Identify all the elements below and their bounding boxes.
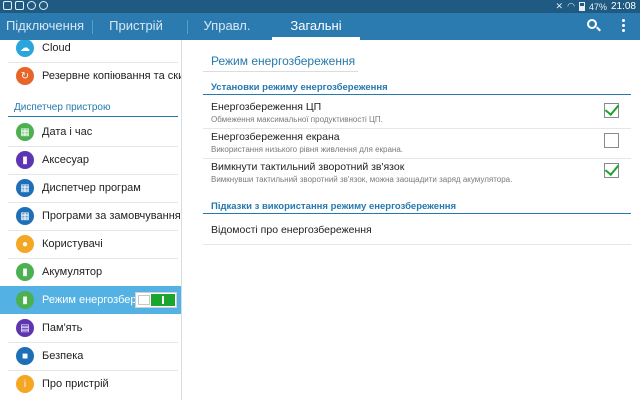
battery-icon [578,2,585,11]
lock-icon: ■ [16,347,34,365]
more-options-icon [622,19,625,22]
sidebar-item-label: Режим енергозбер [42,294,137,306]
toggle-knob [138,295,150,305]
tab-divider [92,20,93,34]
status-left-icons [3,1,48,10]
tab-general[interactable]: Загальні [272,13,360,40]
option-subtitle: Вимкнувши тактильний зворотний зв'язок, … [211,175,513,184]
chart-icon [15,1,24,10]
section-header-settings: Установки режиму енергозбереження [211,82,388,93]
toggle-on-indicator [151,294,175,306]
mute-icon: ✕ [555,1,564,11]
clock: 21:08 [610,1,636,12]
sidebar-item-label: Диспетчер програм [42,182,141,194]
page-title: Режим енергозбереження [211,54,356,68]
screenshot-icon [3,1,12,10]
option-title: Енергозбереження екрана [211,131,340,143]
sidebar-item-label: Резервне копіювання та ски [42,70,182,82]
sidebar-item-label: Програми за замовчуванням [42,210,182,222]
sidebar-item-date-time[interactable]: ▦ Дата і час [0,118,181,146]
sidebar-item-label: Дата і час [42,126,93,138]
block-icon [39,1,48,10]
power-saving-toggle[interactable] [135,292,177,308]
section-header-tips: Підказки з використання режиму енергозбе… [211,201,457,212]
sidebar-item-label: Безпека [42,350,84,362]
wifi-icon: ◠ [567,1,575,11]
sidebar-item-label: Акумулятор [42,266,103,278]
sidebar-item-security[interactable]: ■ Безпека [0,342,181,370]
option-subtitle: Обмеження максимальної продуктивності ЦП… [211,115,383,124]
storage-icon: ▤ [16,319,34,337]
default-apps-icon: ▦ [16,207,34,225]
screen-power-saving-checkbox[interactable] [604,133,619,148]
cloud-icon: ☁ [16,40,34,57]
status-bar: ✕ ◠ 47% 21:08 [0,0,640,13]
sidebar-item-backup[interactable]: ↻ Резервне копіювання та ски [0,62,182,90]
tab-controls[interactable]: Управл. [196,13,258,40]
tab-bar: Підключення Пристрій Управл. Загальні [0,13,640,40]
battery-icon: ▮ [16,263,34,281]
tab-connections[interactable]: Підключення [4,13,86,40]
sidebar-item-label: Cloud [42,42,71,54]
sidebar-item-label: Аксесуар [42,154,90,166]
option-subtitle: Використання низького рівня живлення для… [211,145,404,154]
link-label: Відомості про енергозбереження [211,224,372,236]
info-icon: i [16,375,34,393]
sidebar-item-users[interactable]: ● Користувачі [0,230,181,258]
sidebar-item-battery[interactable]: ▮ Акумулятор [0,258,181,286]
sidebar-item-app-manager[interactable]: ▦ Диспетчер програм [0,174,181,202]
calendar-icon: ▦ [16,123,34,141]
sync-icon [27,1,36,10]
tab-divider [187,20,188,34]
option-title: Енергозбереження ЦП [211,101,322,113]
option-title: Вимкнути тактильний зворотний зв'язок [211,161,405,173]
backup-icon: ↻ [16,67,34,85]
status-right: ✕ ◠ 47% 21:08 [556,0,636,13]
sidebar-item-power-saving[interactable]: ▮ Режим енергозбер [0,286,181,314]
power-saving-info-link[interactable]: Відомості про енергозбереження [203,220,631,244]
sidebar-item-label: Користувачі [42,238,103,250]
sidebar-item-label: Пам'ять [42,322,83,334]
sidebar-item-accessory[interactable]: ▮ Аксесуар [0,146,181,174]
apps-grid-icon: ▦ [16,179,34,197]
more-options-button[interactable] [611,13,637,40]
battery-percent: 47% [588,1,607,12]
users-icon: ● [16,235,34,253]
cpu-power-saving-checkbox[interactable] [604,103,619,118]
haptic-feedback-checkbox[interactable] [604,163,619,178]
sidebar-item-default-apps[interactable]: ▦ Програми за замовчуванням [0,202,182,230]
sidebar-item-storage[interactable]: ▤ Пам'ять [0,314,181,342]
option-disable-haptic-feedback[interactable]: Вимкнути тактильний зворотний зв'язок Ви… [203,160,631,192]
sidebar-item-label: Про пристрій [42,378,109,390]
search-button[interactable] [580,13,606,40]
main-panel: Режим енергозбереження Установки режиму … [183,40,640,400]
sidebar-item-about-device[interactable]: i Про пристрій [0,370,181,398]
sidebar[interactable]: ☁ Cloud ↻ Резервне копіювання та ски Дис… [0,40,182,400]
tab-device[interactable]: Пристрій [100,13,172,40]
accessory-icon: ▮ [16,151,34,169]
power-saving-icon: ▮ [16,291,34,309]
sidebar-item-cloud[interactable]: ☁ Cloud [0,40,181,62]
section-header-device-manager: Диспетчер пристрою [14,102,111,113]
